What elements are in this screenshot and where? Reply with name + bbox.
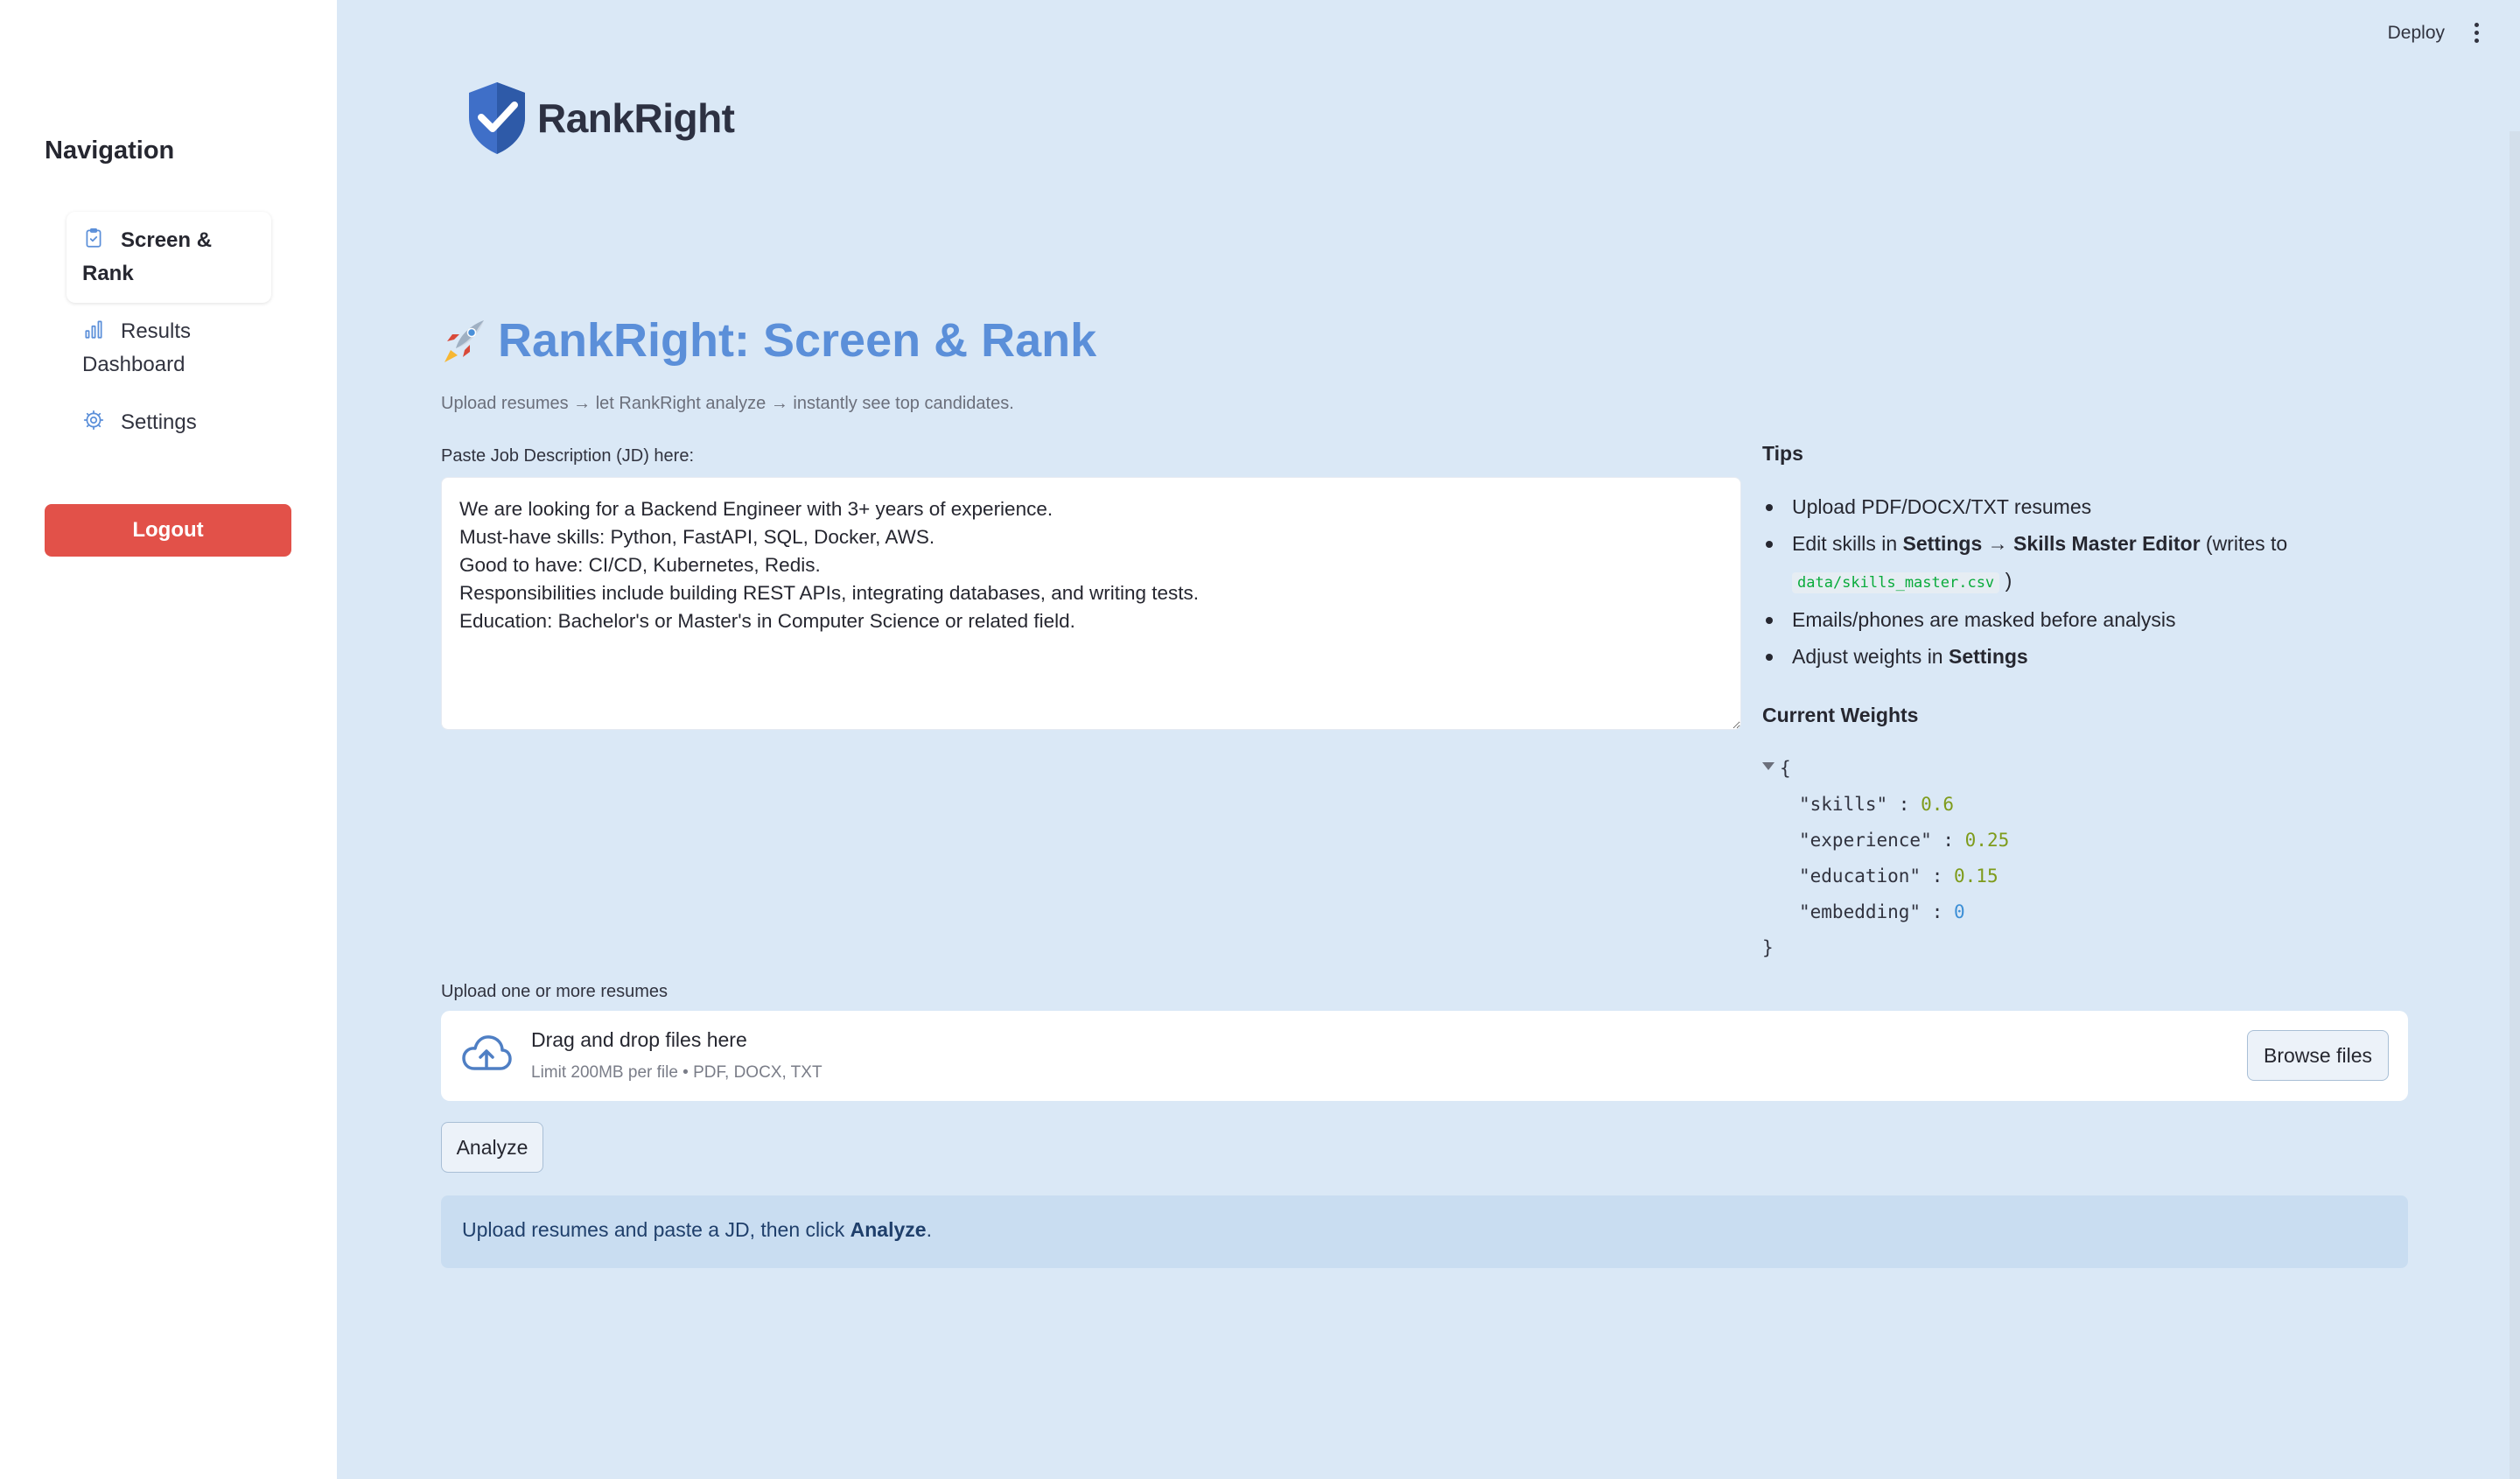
page-title-text: RankRight: Screen & Rank — [498, 314, 1097, 367]
upload-label: Upload one or more resumes — [441, 982, 668, 1001]
json-row: "skills" : 0.6 — [1799, 794, 1955, 815]
sidebar-item-label-line2: Rank — [82, 262, 134, 285]
page-subtitle: Upload resumes → let RankRight analyze →… — [441, 394, 1014, 413]
tip-item: Upload PDF/DOCX/TXT resumes — [1762, 488, 2427, 525]
weights-json: { "skills" : 0.6 "experience" : 0.25 "ed… — [1762, 751, 2009, 966]
sidebar-item-settings[interactable]: Settings — [66, 394, 271, 452]
dropzone-limit: Limit 200MB per file • PDF, DOCX, TXT — [531, 1063, 822, 1082]
sidebar-item-label: Settings — [121, 410, 197, 434]
browse-files-button[interactable]: Browse files — [2247, 1030, 2389, 1081]
json-row: "experience" : 0.25 — [1799, 830, 2010, 851]
json-brace: } — [1762, 937, 1774, 958]
tip-item: Emails/phones are masked before analysis — [1762, 601, 2427, 638]
sidebar-item-label: Screen & — [121, 228, 213, 252]
sidebar-title: Navigation — [45, 137, 175, 165]
deploy-button[interactable]: Deploy — [2388, 23, 2445, 44]
tips-panel: Tips Upload PDF/DOCX/TXT resumes Edit sk… — [1762, 442, 2427, 675]
shield-check-icon — [469, 82, 525, 154]
tip-text: ) — [2005, 569, 2012, 592]
analyze-button[interactable]: Analyze — [441, 1122, 543, 1173]
tip-item: Edit skills in Settings → Skills Master … — [1762, 525, 2427, 601]
sidebar-item-screen-rank[interactable]: Screen & Rank — [66, 212, 271, 303]
info-text: Upload resumes and paste a JD, then clic… — [462, 1218, 850, 1241]
json-key: "skills" — [1799, 794, 1888, 815]
file-dropzone[interactable]: Drag and drop files here Limit 200MB per… — [441, 1011, 2408, 1101]
sidebar-item-label: Results — [121, 319, 192, 343]
cloud-upload-icon — [462, 1035, 512, 1070]
tip-bold: Settings → Skills Master Editor — [1902, 532, 2201, 555]
info-text: . — [926, 1218, 932, 1241]
rocket-icon — [444, 320, 484, 362]
tip-bold: Settings — [1948, 645, 2028, 668]
tip-text: (writes to — [2200, 532, 2288, 555]
tip-item: Adjust weights in Settings — [1762, 638, 2427, 675]
sidebar-item-label-line2: Dashboard — [82, 353, 186, 376]
json-close: } — [1762, 930, 2009, 966]
tips-list: Upload PDF/DOCX/TXT resumes Edit skills … — [1762, 488, 2427, 675]
collapse-toggle-icon[interactable] — [1762, 762, 1774, 770]
logo-text: RankRight — [537, 95, 735, 141]
json-row: "embedding" : 0 — [1799, 901, 1965, 922]
info-bold: Analyze — [850, 1218, 927, 1241]
kebab-menu-icon[interactable] — [2468, 21, 2485, 47]
logo: RankRight — [466, 81, 735, 156]
weights-title: Current Weights — [1762, 704, 1919, 726]
json-value: 0.15 — [1954, 866, 1998, 887]
clipboard-icon — [82, 227, 105, 249]
info-message: Upload resumes and paste a JD, then clic… — [441, 1195, 2408, 1268]
sidebar: Navigation Screen & Rank Results Dashboa… — [0, 0, 337, 1479]
json-key: "embedding" — [1799, 901, 1922, 922]
json-row: "education" : 0.15 — [1799, 866, 1998, 887]
jd-label: Paste Job Description (JD) here: — [441, 446, 695, 466]
tip-text: Edit skills in — [1792, 532, 1903, 555]
tip-text: Emails/phones are masked before analysis — [1792, 608, 2176, 631]
json-brace: { — [1780, 758, 1791, 779]
logout-button[interactable]: Logout — [45, 504, 291, 557]
json-value: 0 — [1954, 901, 1965, 922]
scrollbar[interactable] — [2510, 131, 2520, 1479]
json-key: "education" — [1799, 866, 1922, 887]
gear-icon — [82, 409, 105, 431]
jd-textarea[interactable] — [441, 477, 1741, 730]
tip-code: data/skills_master.csv — [1792, 572, 2000, 593]
tip-text: Upload PDF/DOCX/TXT resumes — [1792, 495, 2092, 518]
sidebar-item-results-dashboard[interactable]: Results Dashboard — [66, 303, 271, 394]
json-value: 0.6 — [1921, 794, 1955, 815]
dropzone-text: Drag and drop files here — [531, 1028, 747, 1051]
json-open: { — [1762, 751, 2009, 787]
tips-title: Tips — [1762, 442, 1803, 465]
page-title: RankRight: Screen & Rank — [440, 313, 1096, 368]
tip-text: Adjust weights in — [1792, 645, 1949, 668]
bar-chart-icon — [82, 318, 105, 340]
json-key: "experience" — [1799, 830, 1932, 851]
json-value: 0.25 — [1964, 830, 2010, 851]
